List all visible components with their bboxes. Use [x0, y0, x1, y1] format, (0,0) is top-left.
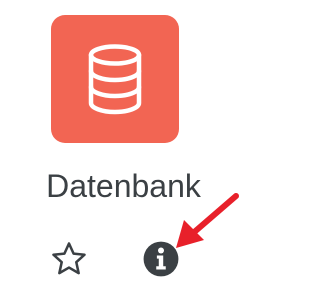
- red-arrow-icon: [176, 193, 239, 248]
- activity-tile-database[interactable]: [51, 15, 179, 143]
- star-outline-icon: [52, 242, 86, 275]
- favorite-button[interactable]: [48, 238, 90, 280]
- database-icon: [88, 44, 142, 115]
